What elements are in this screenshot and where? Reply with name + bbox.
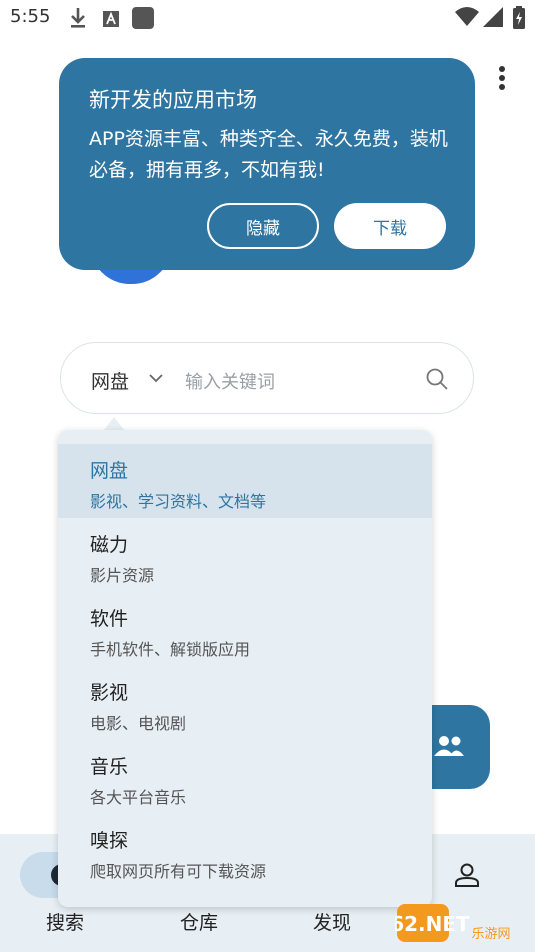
dropdown-item-title: 网盘 bbox=[90, 460, 129, 482]
dropdown-item-video[interactable]: 影视 电影、电视剧 bbox=[58, 666, 432, 740]
nav-warehouse-label[interactable]: 仓库 bbox=[180, 908, 218, 935]
status-bar: 5:55 bbox=[0, 0, 535, 36]
more-options-icon[interactable] bbox=[492, 66, 512, 96]
text-icon bbox=[103, 11, 119, 27]
dropdown-item-title: 影视 bbox=[90, 682, 129, 704]
dropdown-item-magnet[interactable]: 磁力 影片资源 bbox=[58, 518, 432, 592]
dropdown-item-title: 软件 bbox=[90, 608, 129, 630]
nav-search-label[interactable]: 搜索 bbox=[46, 908, 84, 935]
dropdown-item-title: 磁力 bbox=[90, 534, 129, 556]
watermark-subtext: 乐游网 bbox=[471, 927, 510, 942]
dropdown-item-subtitle: 各大平台音乐 bbox=[90, 788, 187, 807]
search-icon[interactable] bbox=[425, 367, 449, 391]
dropdown-item-subtitle: 影片资源 bbox=[90, 566, 155, 585]
dropdown-item-subtitle: 手机软件、解锁版应用 bbox=[90, 640, 251, 659]
dropdown-item-subtitle: 电影、电视剧 bbox=[90, 714, 187, 733]
watermark-number: 962.NET bbox=[395, 912, 470, 936]
dropdown-item-subtitle: 影视、学习资料、文档等 bbox=[90, 492, 267, 511]
search-type-dropdown: 网盘 影视、学习资料、文档等 磁力 影片资源 软件 手机软件、解锁版应用 影视 … bbox=[58, 430, 432, 907]
battery-icon bbox=[513, 6, 525, 29]
hide-button[interactable]: 隐藏 bbox=[207, 203, 319, 249]
nav-discover-label[interactable]: 发现 bbox=[313, 908, 351, 935]
download-icon bbox=[71, 8, 85, 28]
group-icon bbox=[434, 736, 464, 756]
dropdown-item-title: 音乐 bbox=[90, 756, 129, 778]
dropdown-item-subtitle: 爬取网页所有可下载资源 bbox=[90, 862, 267, 881]
search-type-selector[interactable]: 网盘 bbox=[91, 367, 129, 394]
dropdown-item-title: 嗅探 bbox=[90, 830, 129, 852]
chevron-down-icon[interactable] bbox=[147, 369, 165, 387]
promo-description: APP资源丰富、种类齐全、永久免费，装机必备，拥有再多，不如有我! bbox=[89, 128, 448, 181]
status-time: 5:55 bbox=[10, 6, 51, 27]
wifi-icon bbox=[455, 7, 479, 26]
watermark-logo: 962.NET 乐游网 bbox=[395, 904, 511, 942]
profile-icon[interactable] bbox=[454, 862, 480, 888]
dropdown-item-music[interactable]: 音乐 各大平台音乐 bbox=[58, 740, 432, 814]
promo-card: 新开发的应用市场 APP资源丰富、种类齐全、永久免费，装机必备，拥有再多，不如有… bbox=[59, 58, 475, 270]
search-bar[interactable]: 网盘 输入关键词 bbox=[60, 342, 474, 414]
download-button[interactable]: 下载 bbox=[334, 203, 446, 249]
dropdown-item-sniff[interactable]: 嗅探 爬取网页所有可下载资源 bbox=[58, 814, 432, 888]
app-square-icon bbox=[132, 7, 154, 29]
promo-title: 新开发的应用市场 bbox=[89, 88, 257, 112]
dropdown-item-software[interactable]: 软件 手机软件、解锁版应用 bbox=[58, 592, 432, 666]
search-input[interactable]: 输入关键词 bbox=[185, 368, 275, 394]
signal-icon bbox=[483, 7, 503, 27]
dropdown-pointer bbox=[104, 417, 124, 430]
dropdown-item-netdisk[interactable]: 网盘 影视、学习资料、文档等 bbox=[58, 444, 432, 518]
